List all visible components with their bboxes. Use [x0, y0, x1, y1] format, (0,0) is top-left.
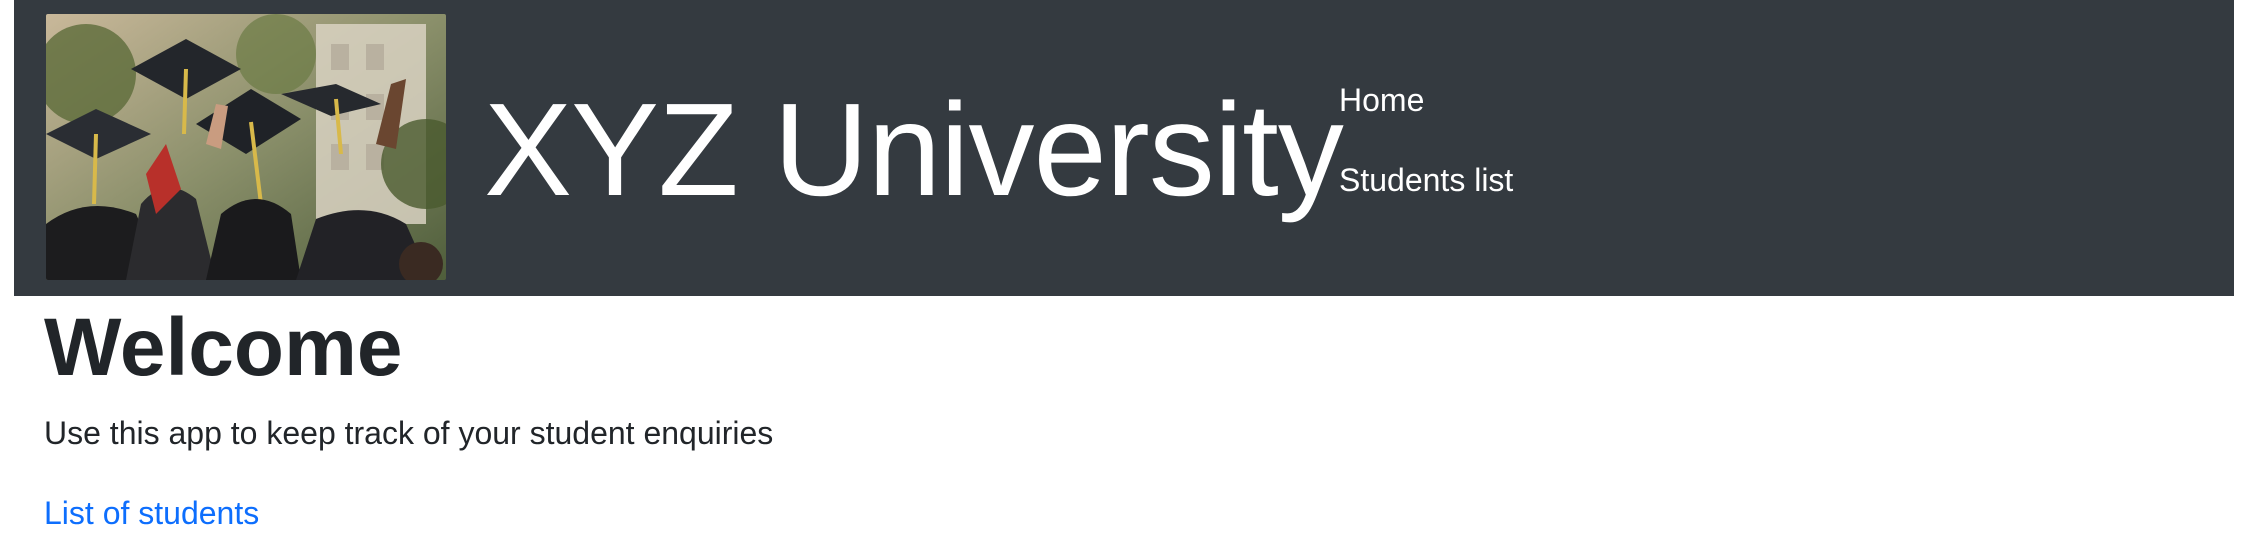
lead-paragraph: Use this app to keep track of your stude… — [44, 415, 774, 451]
graduation-caps-image[interactable] — [46, 14, 446, 280]
nav-item-home: Home — [1339, 80, 1513, 120]
list-of-students-link[interactable]: List of students — [44, 490, 259, 536]
brand-title[interactable]: XYZ University — [484, 70, 1344, 230]
nav-link-home[interactable]: Home — [1339, 80, 1513, 120]
nav-item-students-list: Students list — [1339, 160, 1513, 200]
navbar: XYZ University Home Students list — [14, 0, 2234, 296]
nav-link-students-list[interactable]: Students list — [1339, 160, 1513, 200]
nav-menu: Home Students list — [1339, 80, 1513, 240]
graduation-photo-icon — [46, 14, 446, 280]
page-title: Welcome — [44, 302, 403, 393]
